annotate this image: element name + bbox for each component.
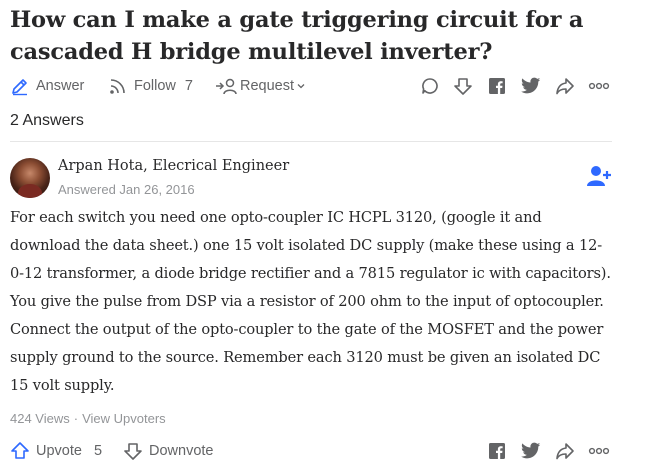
twitter-icon[interactable]	[520, 75, 542, 97]
author-name[interactable]: Arpan Hota, Elecrical Engineer	[58, 158, 289, 174]
answer-label: Answer	[36, 78, 85, 94]
downvote-icon[interactable]	[452, 75, 474, 97]
chevron-down-icon	[296, 81, 306, 91]
request-icon	[215, 76, 237, 96]
answered-date[interactable]: Answered Jan 26, 2016	[58, 182, 195, 197]
request-label: Request	[240, 78, 295, 94]
share-icon[interactable]	[554, 75, 576, 97]
answer-action-bar: Upvote 5 Downvote	[10, 440, 615, 462]
downvote-label: Downvote	[149, 443, 214, 459]
follow-label: Follow	[134, 78, 176, 94]
downvote-button[interactable]: Downvote	[123, 440, 213, 462]
question-action-bar: Answer Follow 7 Request	[10, 75, 615, 97]
follow-count: 7	[184, 78, 193, 94]
upvote-label: Upvote	[36, 443, 82, 459]
more-icon[interactable]	[588, 75, 610, 97]
answers-count: 2 Answers	[10, 112, 84, 129]
follow-button[interactable]: Follow 7	[108, 75, 193, 97]
facebook-icon[interactable]	[486, 75, 508, 97]
comment-icon[interactable]	[419, 75, 441, 97]
avatar[interactable]	[10, 158, 50, 198]
downvote-icon	[123, 441, 143, 461]
pencil-icon	[10, 76, 30, 96]
upvote-button[interactable]: Upvote 5	[10, 440, 102, 462]
separator: ·	[73, 411, 79, 426]
twitter-icon[interactable]	[520, 440, 542, 462]
view-upvoters-link[interactable]: View Upvoters	[82, 411, 166, 426]
question-title[interactable]: How can I make a gate triggering circuit…	[10, 4, 610, 68]
answer-button[interactable]: Answer	[10, 75, 84, 97]
share-icon[interactable]	[554, 440, 576, 462]
request-button[interactable]: Request	[215, 75, 306, 97]
divider	[10, 141, 612, 142]
follow-user-icon[interactable]	[587, 165, 611, 187]
views-line: 424 Views · View Upvoters	[10, 411, 166, 426]
upvote-count: 5	[93, 443, 103, 459]
answer-body: For each switch you need one opto-couple…	[10, 209, 611, 394]
follow-icon	[108, 76, 128, 96]
facebook-icon[interactable]	[486, 440, 508, 462]
views-count: 424 Views	[10, 411, 70, 426]
more-icon[interactable]	[588, 440, 610, 462]
upvote-icon	[10, 441, 30, 461]
